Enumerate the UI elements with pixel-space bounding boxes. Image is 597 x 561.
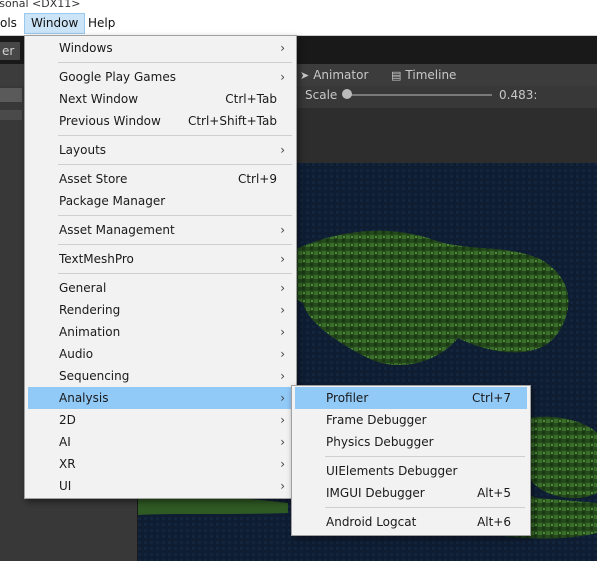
- scale-value: 0.483:: [499, 88, 538, 102]
- tab-timeline[interactable]: ▤ Timeline: [391, 68, 456, 82]
- menu-window[interactable]: Window: [24, 13, 86, 34]
- chevron-right-icon: ›: [280, 347, 285, 361]
- menu-item-asset-store[interactable]: Asset Store Ctrl+9: [28, 168, 293, 190]
- window-title-bar: ersonal <DX11>: [0, 0, 597, 12]
- menu-item-imgui-debugger[interactable]: IMGUI Debugger Alt+5: [295, 482, 527, 504]
- menu-item-layouts[interactable]: Layouts ›: [28, 139, 293, 161]
- menu-separator: [58, 164, 292, 165]
- chevron-right-icon: ›: [280, 413, 285, 427]
- chevron-right-icon: ›: [280, 435, 285, 449]
- chevron-right-icon: ›: [280, 252, 285, 266]
- tab-animator-label: Animator: [313, 68, 369, 82]
- menu-item-google-play-games[interactable]: Google Play Games ›: [28, 66, 293, 88]
- menu-separator: [58, 244, 292, 245]
- menu-item-audio[interactable]: Audio ›: [28, 343, 293, 365]
- menu-item-previous-window[interactable]: Previous Window Ctrl+Shift+Tab: [28, 110, 293, 132]
- menu-item-analysis[interactable]: Analysis ›: [28, 387, 293, 409]
- chevron-right-icon: ›: [280, 479, 285, 493]
- menu-item-2d[interactable]: 2D ›: [28, 409, 293, 431]
- chevron-right-icon: ›: [280, 70, 285, 84]
- menu-separator: [325, 507, 525, 508]
- tab-animator[interactable]: ➤ Animator: [300, 68, 368, 82]
- menu-item-windows[interactable]: Windows ›: [28, 37, 293, 59]
- menu-item-rendering[interactable]: Rendering ›: [28, 299, 293, 321]
- menu-item-package-manager[interactable]: Package Manager: [28, 190, 293, 212]
- menu-item-profiler[interactable]: Profiler Ctrl+7: [295, 387, 527, 409]
- scale-label: Scale: [305, 88, 338, 102]
- analysis-submenu: Profiler Ctrl+7 Frame Debugger Physics De…: [291, 385, 531, 536]
- chevron-right-icon: ›: [280, 325, 285, 339]
- chevron-right-icon: ›: [280, 143, 285, 157]
- window-menu-dropdown: Windows › Google Play Games › Next Window C…: [24, 35, 297, 499]
- chevron-right-icon: ›: [280, 223, 285, 237]
- window-title: ersonal <DX11>: [0, 0, 81, 10]
- editor-left-row: [0, 110, 22, 120]
- menu-item-ai[interactable]: AI ›: [28, 431, 293, 453]
- chevron-right-icon: ›: [280, 281, 285, 295]
- menu-item-next-window[interactable]: Next Window Ctrl+Tab: [28, 88, 293, 110]
- scale-slider-track[interactable]: [346, 94, 492, 96]
- menu-item-general[interactable]: General ›: [28, 277, 293, 299]
- menu-separator: [325, 456, 525, 457]
- timeline-icon: ▤: [391, 69, 402, 82]
- editor-left-tab[interactable]: er: [0, 42, 20, 60]
- menu-separator: [58, 273, 292, 274]
- chevron-right-icon: ›: [280, 369, 285, 383]
- menu-item-frame-debugger[interactable]: Frame Debugger: [295, 409, 527, 431]
- menu-item-textmeshpro[interactable]: TextMeshPro ›: [28, 248, 293, 270]
- chevron-right-icon: ›: [280, 41, 285, 55]
- menu-item-uielements-debugger[interactable]: UIElements Debugger: [295, 460, 527, 482]
- menu-separator: [58, 215, 292, 216]
- chevron-right-icon: ›: [280, 391, 285, 405]
- menu-item-animation[interactable]: Animation ›: [28, 321, 293, 343]
- menu-separator: [58, 135, 292, 136]
- menu-item-xr[interactable]: XR ›: [28, 453, 293, 475]
- animator-icon: ➤: [300, 69, 310, 82]
- tab-timeline-label: Timeline: [405, 68, 457, 82]
- menu-item-ui[interactable]: UI ›: [28, 475, 293, 497]
- chevron-right-icon: ›: [280, 457, 285, 471]
- menu-item-asset-management[interactable]: Asset Management ›: [28, 219, 293, 241]
- menu-tools[interactable]: ols: [0, 14, 23, 33]
- menu-item-physics-debugger[interactable]: Physics Debugger: [295, 431, 527, 453]
- menu-separator: [58, 62, 292, 63]
- menu-help[interactable]: Help: [82, 14, 121, 33]
- menu-item-sequencing[interactable]: Sequencing ›: [28, 365, 293, 387]
- chevron-right-icon: ›: [280, 303, 285, 317]
- menu-bar: ols Window Help: [0, 12, 597, 36]
- menu-item-android-logcat[interactable]: Android Logcat Alt+6: [295, 511, 527, 533]
- scale-slider-thumb[interactable]: [342, 89, 352, 99]
- editor-left-control[interactable]: [0, 88, 22, 102]
